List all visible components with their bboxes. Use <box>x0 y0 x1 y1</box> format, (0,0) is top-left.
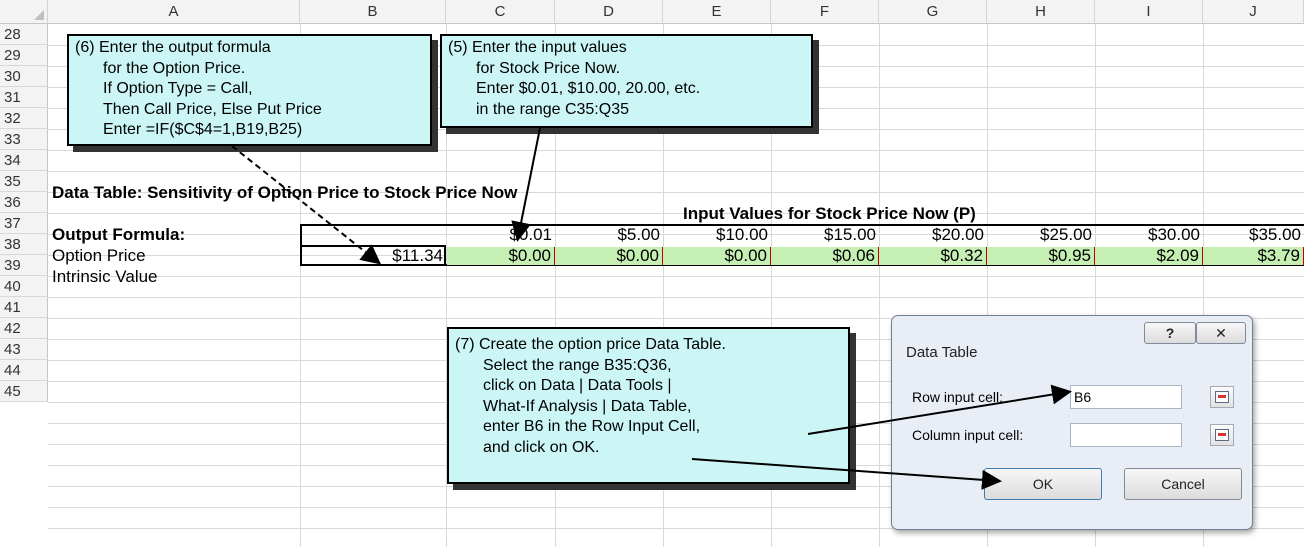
row-header[interactable]: 35 <box>0 171 48 192</box>
row-header[interactable]: 29 <box>0 45 48 66</box>
data-table-title[interactable]: Data Table: Sensitivity of Option Price … <box>52 182 517 203</box>
column-header-h[interactable]: H <box>987 0 1095 24</box>
column-header-f[interactable]: F <box>771 0 879 24</box>
row-header[interactable]: 37 <box>0 213 48 234</box>
option-price-cell[interactable]: $0.06 <box>771 246 879 265</box>
row-header[interactable]: 44 <box>0 360 48 381</box>
input-value-cell[interactable]: $10.00 <box>663 224 771 245</box>
callout-line: (6) Enter the output formula <box>75 39 271 56</box>
row-header[interactable]: 45 <box>0 381 48 402</box>
range-select-icon <box>1215 429 1229 441</box>
help-button[interactable]: ? <box>1144 322 1196 344</box>
callout-line: Select the range B35:Q36, <box>483 356 672 374</box>
column-input-collapse-button[interactable] <box>1210 424 1234 446</box>
row-input-field[interactable]: B6 <box>1070 385 1182 409</box>
input-value-cell[interactable]: $25.00 <box>987 224 1095 245</box>
row-header[interactable]: 39 <box>0 255 48 276</box>
row-input-label: Row input cell: <box>912 389 1004 405</box>
input-value-cell[interactable]: $15.00 <box>771 224 879 245</box>
column-header-b[interactable]: B <box>300 0 446 24</box>
callout-line: If Option Type = Call, <box>103 80 253 97</box>
option-price-cell[interactable]: $0.00 <box>447 246 555 265</box>
row-header[interactable]: 28 <box>0 24 48 45</box>
intrinsic-value-label[interactable]: Intrinsic Value <box>52 266 158 287</box>
column-header-g[interactable]: G <box>879 0 987 24</box>
option-price-cell[interactable]: $2.09 <box>1095 246 1203 265</box>
option-price-cell[interactable]: $0.32 <box>879 246 987 265</box>
data-table-dialog: Data Table ? ✕ Row input cell: B6 Column… <box>891 315 1253 530</box>
row-header[interactable]: 31 <box>0 87 48 108</box>
input-value-cell[interactable]: $5.00 <box>555 224 663 245</box>
row-header[interactable]: 38 <box>0 234 48 255</box>
callout-line: click on Data | Data Tools | <box>483 377 672 394</box>
cancel-button[interactable]: Cancel <box>1124 468 1242 500</box>
row-header[interactable]: 32 <box>0 108 48 129</box>
output-formula-cell[interactable]: $11.34 <box>300 245 446 266</box>
row-header[interactable]: 40 <box>0 276 48 297</box>
column-header-i[interactable]: I <box>1095 0 1203 24</box>
arrow-callout5 <box>511 127 541 242</box>
input-value-cell[interactable]: $35.00 <box>1203 224 1304 245</box>
callout-line: Enter =IF($C$4=1,B19,B25) <box>103 121 303 138</box>
ok-button[interactable]: OK <box>984 468 1102 500</box>
column-header-a[interactable]: A <box>48 0 300 24</box>
row-header[interactable]: 36 <box>0 192 48 213</box>
dialog-title: Data Table <box>906 344 978 361</box>
callout-line: for Stock Price Now. <box>476 59 621 77</box>
option-price-cell[interactable]: $0.00 <box>663 246 771 265</box>
callout-line: enter B6 in the Row Input Cell, <box>483 418 701 435</box>
callout-step-7: (7) Create the option price Data Table. … <box>447 327 850 484</box>
callout-line: Enter $0.01, $10.00, 20.00, etc. <box>476 80 701 97</box>
row-header[interactable]: 34 <box>0 150 48 171</box>
close-button[interactable]: ✕ <box>1196 322 1246 344</box>
callout-line: Then Call Price, Else Put Price <box>103 100 322 118</box>
input-value-cell[interactable]: $20.00 <box>879 224 987 245</box>
row-header[interactable]: 30 <box>0 66 48 87</box>
row-header[interactable]: 42 <box>0 318 48 339</box>
callout-line: (5) Enter the input values <box>448 39 627 56</box>
callout-line: for the Option Price. <box>103 59 246 77</box>
option-price-cell[interactable]: $3.79 <box>1203 246 1304 265</box>
row-header[interactable]: 33 <box>0 129 48 150</box>
callout-line: (7) Create the option price Data Table. <box>455 336 726 353</box>
column-header-d[interactable]: D <box>555 0 663 24</box>
callout-line: What-If Analysis | Data Table, <box>483 397 692 415</box>
callout-line: in the range C35:Q35 <box>476 100 629 118</box>
callout-step-6: (6) Enter the output formula for the Opt… <box>67 34 432 146</box>
option-price-label[interactable]: Option Price <box>52 245 146 266</box>
corner-cell[interactable] <box>0 0 48 24</box>
callout-line: and click on OK. <box>483 438 600 456</box>
option-price-cell[interactable]: $0.95 <box>987 246 1095 265</box>
input-value-cell[interactable]: $30.00 <box>1095 224 1203 245</box>
column-header-e[interactable]: E <box>663 0 771 24</box>
callout-step-5: (5) Enter the input values for Stock Pri… <box>440 34 813 128</box>
column-header-j[interactable]: J <box>1203 0 1304 24</box>
row-header[interactable]: 43 <box>0 339 48 360</box>
column-header-c[interactable]: C <box>446 0 555 24</box>
column-input-label: Column input cell: <box>912 427 1024 443</box>
input-values-header[interactable]: Input Values for Stock Price Now (P) <box>683 203 976 224</box>
range-select-icon <box>1215 391 1229 403</box>
row-header[interactable]: 41 <box>0 297 48 318</box>
option-price-cell[interactable]: $0.00 <box>555 246 663 265</box>
input-value-cell[interactable]: $0.01 <box>446 224 555 245</box>
row-input-collapse-button[interactable] <box>1210 386 1234 408</box>
output-formula-label[interactable]: Output Formula: <box>52 224 185 245</box>
column-input-field[interactable] <box>1070 423 1182 447</box>
